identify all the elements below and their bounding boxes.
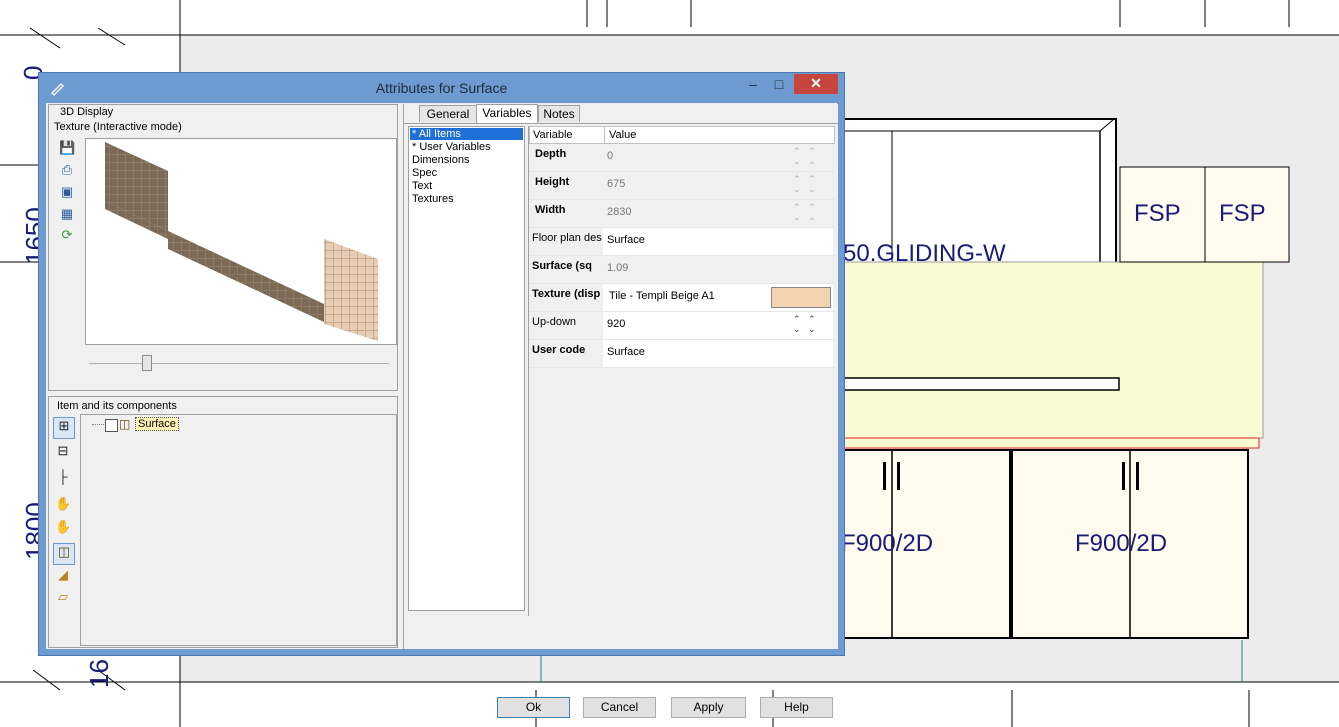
surface-area-value: 1.09 xyxy=(607,262,629,274)
surface-icon[interactable]: ◢ xyxy=(55,567,71,583)
tree-item-checkbox[interactable] xyxy=(105,419,118,432)
collapse-icon[interactable]: ⊟ xyxy=(55,443,71,459)
apply-button[interactable]: Apply xyxy=(671,697,746,718)
hand2-icon[interactable]: ✋ xyxy=(55,519,71,535)
right-pane: General Variables Notes * All Items * Us… xyxy=(403,104,839,718)
texture-preview xyxy=(105,142,378,341)
grid-row-user-code: User code Surface xyxy=(529,340,835,368)
grid-row-surface-area: Surface (sq 1.09 xyxy=(529,256,835,284)
user-code-value: Surface xyxy=(607,346,645,358)
component-tree[interactable]: ◫ Surface xyxy=(80,414,397,646)
minimize-button[interactable]: – xyxy=(741,75,765,95)
3d-preview-canvas[interactable] xyxy=(85,138,397,345)
components-group-label: Item and its components xyxy=(57,400,177,412)
dimension-label-bottom: 16 xyxy=(84,659,114,688)
category-user-variables[interactable]: * User Variables xyxy=(412,141,491,153)
height-spinner[interactable]: ⌃ ⌃ ⌄ ⌄ xyxy=(793,174,829,196)
grid-row-value[interactable]: 1.09 xyxy=(603,256,833,283)
category-dimensions[interactable]: Dimensions xyxy=(412,154,469,166)
display-group-label: 3D Display xyxy=(60,106,114,118)
grid-header-divider xyxy=(604,127,605,143)
depth-value: 0 xyxy=(607,150,614,162)
grid-row-value[interactable]: 675 ⌃ ⌃ ⌄ ⌄ xyxy=(603,172,833,199)
hand-icon[interactable]: ✋ xyxy=(55,496,71,512)
refresh-icon[interactable]: ⟳ xyxy=(59,227,75,243)
tab-divider xyxy=(404,123,838,124)
texture-swatch[interactable] xyxy=(771,287,831,308)
ok-button[interactable]: Ok xyxy=(497,697,570,718)
components-group: Item and its components ⊞ ⊟ ├ ✋ ✋ ◫ ◢ ▱ … xyxy=(48,396,398,648)
print-icon[interactable]: ⎙ xyxy=(59,162,75,178)
grid-row-name: Up-down xyxy=(532,316,577,328)
width-value: 2830 xyxy=(607,206,632,218)
category-list: * All Items * User Variables Dimensions … xyxy=(408,126,525,611)
width-spinner[interactable]: ⌃ ⌃ ⌄ ⌄ xyxy=(793,202,829,224)
grid-header-variable: Variable xyxy=(533,129,573,141)
save-icon[interactable]: 💾 xyxy=(59,140,75,156)
category-text[interactable]: Text xyxy=(412,180,432,192)
grid-row-value[interactable]: 0 ⌃ ⌃ ⌄ ⌄ xyxy=(603,144,833,171)
grid-row-height: Height 675 ⌃ ⌃ ⌄ ⌄ xyxy=(529,172,835,200)
plane-icon[interactable]: ▱ xyxy=(55,589,71,605)
depth-spinner[interactable]: ⌃ ⌃ ⌄ ⌄ xyxy=(793,146,829,168)
box-3d-icon[interactable]: ◫ xyxy=(53,543,75,565)
tree-icon[interactable]: ├ xyxy=(55,469,71,485)
expand-icon[interactable]: ⊞ xyxy=(53,417,75,439)
screenshot-icon[interactable]: ▦ xyxy=(59,206,75,222)
dialog-title: Attributes for Surface xyxy=(375,80,508,96)
zoom-slider-track[interactable] xyxy=(89,363,389,364)
category-all-items[interactable]: * All Items xyxy=(410,128,523,140)
dialog-client-area: 3D Display Texture (Interactive mode) 💾 … xyxy=(46,103,839,718)
monitor-icon[interactable]: ▣ xyxy=(59,184,75,200)
category-textures[interactable]: Textures xyxy=(412,193,454,205)
fsp-label-left: FSP xyxy=(1134,200,1181,227)
attributes-dialog: Attributes for Surface – □ ✕ 3D Display … xyxy=(38,72,845,718)
grid-row-value[interactable]: Tile - Templi Beige A1 xyxy=(603,284,833,311)
tab-notes[interactable]: Notes xyxy=(538,105,580,122)
close-button[interactable]: ✕ xyxy=(794,74,838,94)
base-unit-label-right: F900/2D xyxy=(1075,530,1168,557)
variables-grid: Variable Value Depth 0 ⌃ ⌃ ⌄ ⌄ Height 675… xyxy=(528,126,839,616)
fsp-label-right: FSP xyxy=(1219,200,1266,227)
category-spec[interactable]: Spec xyxy=(412,167,437,179)
zoom-slider-thumb[interactable] xyxy=(142,355,152,371)
help-button[interactable]: Help xyxy=(760,697,833,718)
grid-row-name: Width xyxy=(535,204,566,216)
grid-row-name: User code xyxy=(532,344,586,356)
tree-connector xyxy=(92,424,104,425)
tab-variables[interactable]: Variables xyxy=(476,104,538,123)
title-bar[interactable]: Attributes for Surface – □ ✕ xyxy=(39,73,844,103)
grid-row-name: Depth xyxy=(535,148,567,160)
grid-row-depth: Depth 0 ⌃ ⌃ ⌄ ⌄ xyxy=(529,144,835,172)
maximize-button[interactable]: □ xyxy=(767,75,791,95)
base-unit-label-left: F900/2D xyxy=(841,530,934,557)
cancel-button[interactable]: Cancel xyxy=(583,697,656,718)
grid-row-name: Floor plan des xyxy=(532,232,602,244)
grid-row-name: Surface (sq xyxy=(532,260,592,272)
box-3d-item-icon: ◫ xyxy=(119,417,131,431)
grid-row-width: Width 2830 ⌃ ⌃ ⌄ ⌄ xyxy=(529,200,835,228)
up-down-value: 920 xyxy=(607,318,626,330)
texture-value: Tile - Templi Beige A1 xyxy=(609,290,715,302)
floor-plan-value: Surface xyxy=(607,234,645,246)
height-value: 675 xyxy=(607,178,626,190)
grid-row-value[interactable]: 2830 ⌃ ⌃ ⌄ ⌄ xyxy=(603,200,833,227)
upper-unit-label: 50.GLIDING-W xyxy=(843,240,1006,267)
grid-row-name: Height xyxy=(535,176,570,188)
grid-row-value[interactable]: Surface xyxy=(603,340,833,367)
grid-header: Variable Value xyxy=(529,126,835,144)
grid-row-floor-plan: Floor plan des Surface xyxy=(529,228,835,256)
grid-row-value[interactable]: 920 ⌃ ⌃ ⌄ ⌄ xyxy=(603,312,833,339)
tab-general[interactable]: General xyxy=(419,105,477,122)
grid-header-value: Value xyxy=(609,129,637,141)
grid-row-up-down: Up-down 920 ⌃ ⌃ ⌄ ⌄ xyxy=(529,312,835,340)
grid-row-texture: Texture (disp Tile - Templi Beige A1 xyxy=(529,284,835,312)
display-group: 3D Display Texture (Interactive mode) 💾 … xyxy=(48,104,398,391)
tree-item-surface[interactable]: Surface xyxy=(135,417,179,431)
up-down-spinner[interactable]: ⌃ ⌃ ⌄ ⌄ xyxy=(793,314,829,336)
grid-row-value[interactable]: Surface xyxy=(603,228,833,255)
grid-row-name: Texture (disp xyxy=(532,288,601,300)
display-mode-label: Texture (Interactive mode) xyxy=(54,121,182,133)
